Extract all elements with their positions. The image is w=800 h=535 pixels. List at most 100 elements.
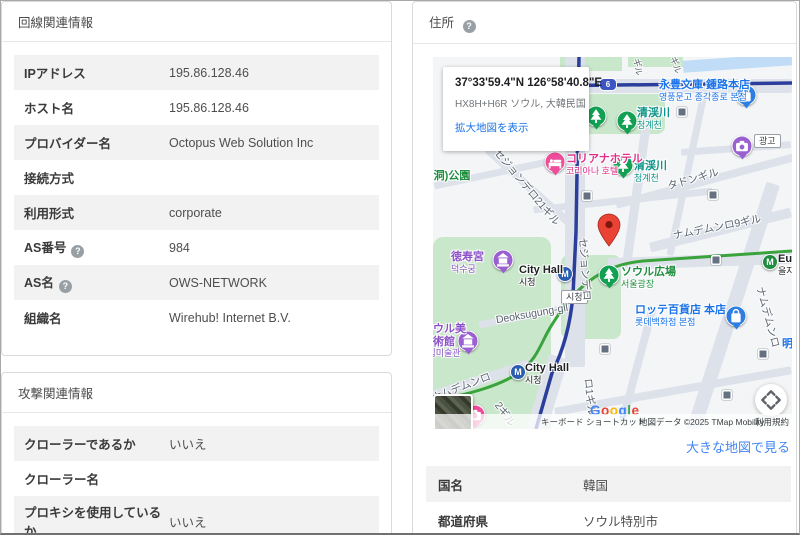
row-value: 195.86.128.46 bbox=[169, 101, 249, 115]
table-row: プロバイダー名Octopus Web Solution Inc bbox=[14, 125, 379, 160]
exit-icon bbox=[708, 190, 718, 200]
table-row: 国名韓国 bbox=[426, 466, 791, 502]
exit-icon bbox=[600, 344, 610, 354]
map-label-text: Eul bbox=[778, 253, 792, 266]
map-label-subtext: 청계천 bbox=[637, 120, 670, 130]
map-label-text: City Hall bbox=[519, 264, 563, 277]
row-label: 組織名 bbox=[24, 308, 169, 327]
map-label-subtext: 을지 bbox=[778, 266, 792, 276]
row-value: 984 bbox=[169, 241, 190, 255]
cam-icon[interactable] bbox=[732, 136, 753, 157]
exit-icon bbox=[677, 107, 687, 117]
table-row: AS番号?984 bbox=[14, 230, 379, 265]
info-panel-1: 攻撃関連情報クローラーであるかいいえクローラー名プロキシを使用しているかいいえ bbox=[1, 372, 392, 535]
view-larger-map-link[interactable]: 拡大地図を表示 bbox=[455, 120, 529, 135]
info-panel-0: 回線関連情報IPアドレス195.86.128.46ホスト名195.86.128.… bbox=[1, 1, 392, 356]
page-frame: 回線関連情報IPアドレス195.86.128.46ホスト名195.86.128.… bbox=[0, 0, 800, 535]
row-label: AS番号? bbox=[24, 237, 169, 258]
row-label: 接続方式 bbox=[24, 168, 169, 187]
map-label: 永豊文庫 鍾路本店영풍문고 종각종로 본점 bbox=[659, 79, 750, 102]
park-icon[interactable] bbox=[617, 111, 638, 132]
row-label: プロキシを使用しているか bbox=[24, 502, 169, 535]
metro-icon[interactable]: M bbox=[762, 254, 778, 270]
address-rows: 国名韓国都道府県ソウル特別市 bbox=[426, 466, 791, 535]
hotel-icon[interactable] bbox=[545, 152, 566, 173]
row-value: いいえ bbox=[169, 512, 207, 531]
store-icon[interactable] bbox=[726, 306, 747, 327]
map-label-text: コリアナホテル bbox=[566, 153, 643, 166]
exit-icon bbox=[582, 191, 592, 201]
terms-of-use-link[interactable]: 利用規約 bbox=[755, 416, 789, 428]
map-label: ロッテ百貨店 本店롯데백화점 본점 bbox=[635, 304, 726, 327]
table-row: ホスト名195.86.128.46 bbox=[14, 90, 379, 125]
panel-body: クローラーであるかいいえクローラー名プロキシを使用しているかいいえ bbox=[2, 413, 391, 535]
metro-letter: M bbox=[763, 255, 777, 269]
plus-code-address: HX8H+H6R ソウル, 大韓民国 bbox=[455, 95, 577, 110]
map-label: Eul을지 bbox=[778, 253, 792, 276]
table-row: 利用形式corporate bbox=[14, 195, 379, 230]
map-label-text: 徳寿宮 bbox=[451, 251, 484, 264]
map-label-text: (貞洞)公園 bbox=[433, 170, 470, 183]
map-label: City Hall시청 bbox=[525, 362, 569, 385]
map-label-text: 永豊文庫 鍾路本店 bbox=[659, 79, 750, 92]
map-label-subtext: 영풍문고 종각종로 본점 bbox=[659, 92, 750, 102]
row-value: corporate bbox=[169, 206, 222, 220]
expand-arrows-icon bbox=[755, 384, 787, 416]
map-label: 徳寿宮덕수궁 bbox=[451, 251, 484, 274]
map-label-text: City Hall bbox=[525, 362, 569, 375]
metro-icon[interactable]: M bbox=[510, 364, 526, 380]
map-label: コリアナホテル코리아나 호텔 bbox=[566, 153, 643, 176]
row-label: IPアドレス bbox=[24, 63, 169, 82]
row-value: 韓国 bbox=[583, 475, 608, 494]
help-icon[interactable]: ? bbox=[463, 20, 476, 33]
map-label-subtext: 시청 bbox=[525, 375, 569, 385]
expand-map-control[interactable] bbox=[755, 384, 787, 416]
row-label: クローラーであるか bbox=[24, 434, 169, 453]
larger-map-row: 大きな地図で見る bbox=[426, 437, 791, 457]
map-label-text: ソウル広場 bbox=[621, 266, 676, 279]
address-panel-body: 6 MMM清渓川청계천清渓川청계천コリアナホテル코리아나 호텔徳寿宮덕수궁ソウル… bbox=[413, 44, 796, 535]
palace-icon[interactable] bbox=[493, 250, 514, 271]
map-label-subtext: 롯데백화점 본점 bbox=[635, 317, 726, 327]
row-label: プロバイダー名 bbox=[24, 133, 169, 152]
map-label: ソウル広場서울광장 bbox=[621, 266, 676, 289]
panel-title: 攻撃関連情報 bbox=[2, 373, 391, 413]
help-icon[interactable]: ? bbox=[59, 280, 72, 293]
map-label-subtext: 코리아나 호텔 bbox=[566, 166, 643, 176]
keyboard-shortcuts-button[interactable]: キーボード ショートカット bbox=[541, 416, 645, 428]
row-label: 国名 bbox=[438, 475, 583, 494]
row-value: いいえ bbox=[169, 434, 207, 453]
map-label-text: 광고 bbox=[759, 136, 776, 146]
exit-icon bbox=[711, 255, 721, 265]
table-row: AS名?OWS-NETWORK bbox=[14, 265, 379, 300]
open-larger-map-link[interactable]: 大きな地図で見る bbox=[686, 440, 790, 455]
row-value: Octopus Web Solution Inc bbox=[169, 136, 313, 150]
table-row: 都道府県ソウル特別市 bbox=[426, 502, 791, 535]
map-label: 明洞 bbox=[782, 338, 792, 351]
row-label: 都道府県 bbox=[438, 511, 583, 530]
map-label-subtext: 덕수궁 bbox=[451, 264, 484, 274]
row-label: ホスト名 bbox=[24, 98, 169, 117]
address-panel-header: 住所 ? bbox=[413, 2, 796, 44]
map-label-text: 清渓川 bbox=[637, 107, 670, 120]
metro-letter: M bbox=[511, 365, 525, 379]
help-icon[interactable]: ? bbox=[71, 245, 84, 258]
address-panel: 住所 ? bbox=[412, 1, 797, 535]
exit-icon bbox=[758, 349, 768, 359]
location-pin[interactable] bbox=[597, 213, 621, 247]
exit-icon bbox=[722, 390, 732, 400]
row-label: 利用形式 bbox=[24, 203, 169, 222]
map-attribution-bar: キーボード ショートカット 地図データ ©2025 TMap Mobility … bbox=[433, 414, 792, 429]
park-icon[interactable] bbox=[599, 265, 620, 286]
table-row: 組織名Wirehub! Internet B.V. bbox=[14, 300, 379, 335]
map-label: 광고 bbox=[754, 134, 781, 148]
map-label-text: ロッテ百貨店 本店 bbox=[635, 304, 726, 317]
map-label: ソウル美術館립미술관 bbox=[433, 323, 469, 359]
map-label-text: ソウル美術館 bbox=[433, 323, 469, 348]
row-value: ソウル特別市 bbox=[583, 511, 658, 530]
address-panel-title: 住所 bbox=[429, 16, 454, 30]
map-label-subtext: 립미술관 bbox=[433, 348, 469, 358]
map-label: (貞洞)公園 bbox=[433, 170, 470, 183]
row-label: AS名? bbox=[24, 272, 169, 293]
google-map-embed[interactable]: 6 MMM清渓川청계천清渓川청계천コリアナホテル코리아나 호텔徳寿宮덕수궁ソウル… bbox=[433, 57, 792, 429]
